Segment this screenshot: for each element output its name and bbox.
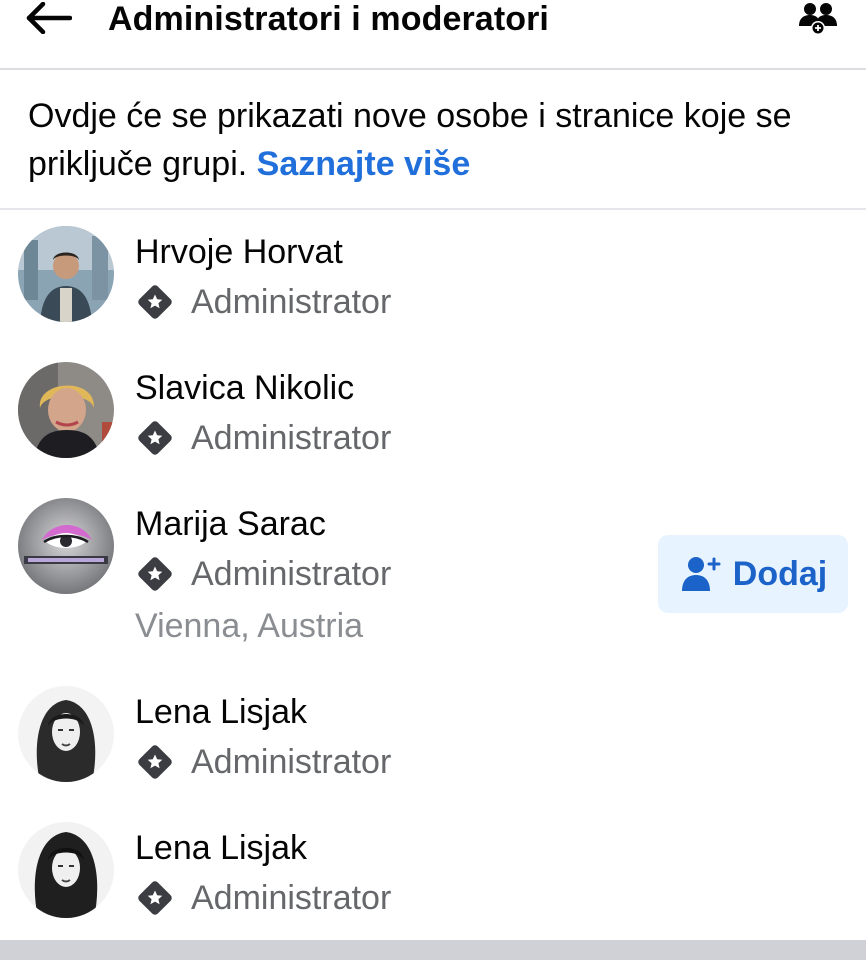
back-button[interactable] — [26, 0, 78, 40]
role-label: Administrator — [191, 418, 392, 457]
member-role: Administrator — [135, 282, 391, 322]
role-label: Administrator — [191, 878, 392, 917]
member-role: Administrator — [135, 418, 391, 458]
avatar[interactable] — [18, 822, 114, 918]
avatar[interactable] — [18, 362, 114, 458]
member-role: Administrator — [135, 878, 391, 918]
add-people-button[interactable] — [796, 0, 840, 40]
member-name[interactable]: Lena Lisjak — [135, 692, 307, 732]
role-label: Administrator — [191, 282, 392, 321]
member-role: Administrator — [135, 554, 391, 594]
add-friend-button[interactable]: Dodaj — [658, 535, 848, 613]
divider — [0, 208, 866, 210]
member-name[interactable]: Lena Lisjak — [135, 828, 307, 868]
role-label: Administrator — [191, 742, 392, 781]
member-row[interactable]: Lena Lisjak Administrator — [0, 818, 866, 948]
member-row[interactable]: Slavica Nikolic Administrator — [0, 358, 866, 488]
member-name[interactable]: Marija Sarac — [135, 504, 326, 544]
member-row[interactable]: Hrvoje Horvat Administrator — [0, 222, 866, 352]
avatar[interactable] — [18, 226, 114, 322]
info-text: Ovdje će se prikazati nove osobe i stran… — [28, 92, 848, 188]
admin-badge-icon — [135, 742, 175, 782]
avatar[interactable] — [18, 686, 114, 782]
admin-badge-icon — [135, 878, 175, 918]
role-label: Administrator — [191, 554, 392, 593]
admin-badge-icon — [135, 418, 175, 458]
people-add-icon — [798, 0, 838, 41]
member-location: Vienna, Austria — [135, 607, 364, 645]
page-title: Administratori i moderatori — [108, 0, 549, 38]
arrow-left-icon — [26, 1, 73, 39]
member-name[interactable]: Slavica Nikolic — [135, 368, 354, 408]
member-name[interactable]: Hrvoje Horvat — [135, 232, 343, 272]
member-row[interactable]: Lena Lisjak Administrator — [0, 682, 866, 812]
avatar[interactable] — [18, 498, 114, 594]
top-bar: Administratori i moderatori — [0, 0, 866, 70]
bottom-divider — [0, 940, 866, 960]
learn-more-link[interactable]: Saznajte više — [257, 145, 471, 183]
add-friend-label: Dodaj — [732, 554, 828, 593]
admin-badge-icon — [135, 554, 175, 594]
add-person-icon — [679, 554, 723, 594]
admin-badge-icon — [135, 282, 175, 322]
member-role: Administrator — [135, 742, 391, 782]
